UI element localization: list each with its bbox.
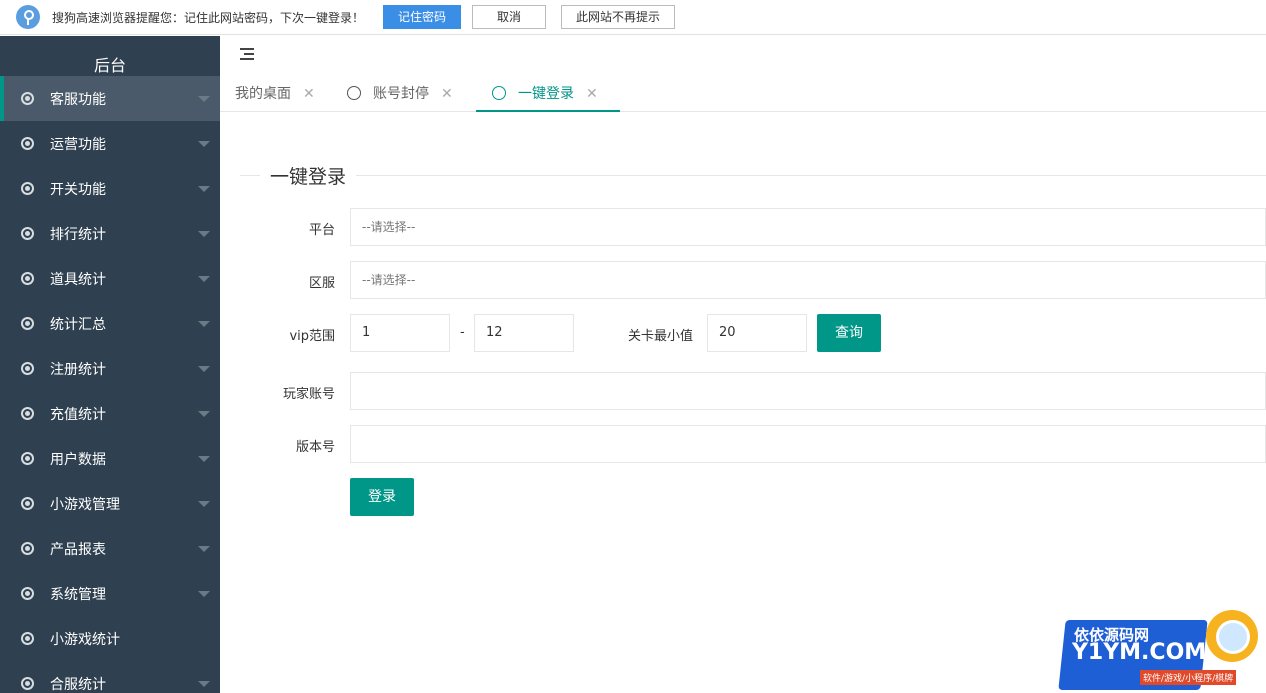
chevron-down-icon bbox=[198, 321, 210, 327]
radio-dot-icon bbox=[21, 677, 34, 690]
close-icon[interactable]: ✕ bbox=[441, 76, 453, 112]
sidebar-item-label: 用户数据 bbox=[50, 451, 106, 468]
player-account-input[interactable] bbox=[350, 372, 1266, 410]
tab-label: 账号封停 bbox=[373, 86, 429, 102]
tab-label: 一键登录 bbox=[518, 86, 574, 102]
server-label: 区服 bbox=[308, 276, 335, 291]
chevron-down-icon bbox=[198, 141, 210, 147]
close-icon[interactable]: ✕ bbox=[303, 76, 315, 112]
menu-toggle-icon[interactable] bbox=[240, 48, 254, 60]
vip-min-input[interactable]: 1 bbox=[350, 314, 450, 352]
key-icon bbox=[16, 5, 40, 29]
fieldset-border bbox=[240, 175, 1266, 176]
sidebar-item-label: 产品报表 bbox=[50, 541, 106, 558]
sidebar-item[interactable]: 充值统计 bbox=[0, 391, 220, 436]
sidebar-item-label: 开关功能 bbox=[50, 181, 106, 198]
chevron-down-icon bbox=[198, 276, 210, 282]
sidebar: 后台 客服功能运营功能开关功能排行统计道具统计统计汇总注册统计充值统计用户数据小… bbox=[0, 36, 220, 693]
watermark-line2: Y1YM.COM bbox=[1072, 640, 1207, 665]
chevron-down-icon bbox=[198, 411, 210, 417]
radio-dot-icon bbox=[21, 407, 34, 420]
tab-label: 我的桌面 bbox=[235, 86, 291, 102]
sidebar-item[interactable]: 排行统计 bbox=[0, 211, 220, 256]
sidebar-item[interactable]: 客服功能 bbox=[0, 76, 220, 121]
radio-dot-icon bbox=[21, 182, 34, 195]
radio-dot-icon bbox=[21, 632, 34, 645]
circle-icon bbox=[492, 86, 506, 100]
platform-select[interactable]: --请选择-- bbox=[350, 208, 1266, 246]
sidebar-item-label: 道具统计 bbox=[50, 271, 106, 288]
close-icon[interactable]: ✕ bbox=[586, 76, 598, 112]
sidebar-item[interactable]: 产品报表 bbox=[0, 526, 220, 571]
sidebar-item-label: 注册统计 bbox=[50, 361, 106, 378]
sidebar-item-label: 充值统计 bbox=[50, 406, 106, 423]
sidebar-item[interactable]: 小游戏统计 bbox=[0, 616, 220, 661]
sidebar-item[interactable]: 统计汇总 bbox=[0, 301, 220, 346]
sidebar-brand: 后台 bbox=[93, 56, 126, 75]
sidebar-item-label: 运营功能 bbox=[50, 136, 106, 153]
sidebar-item-label: 统计汇总 bbox=[50, 316, 106, 333]
range-separator: - bbox=[460, 325, 465, 340]
tab-bar: 我的桌面 ✕ 账号封停 ✕ 一键登录 ✕ bbox=[220, 76, 1266, 112]
main-content: 我的桌面 ✕ 账号封停 ✕ 一键登录 ✕ 一键登录 平台 --请选择-- 区服 --请… bbox=[220, 36, 1266, 693]
form-legend: 一键登录 bbox=[260, 162, 357, 189]
sidebar-item[interactable]: 用户数据 bbox=[0, 436, 220, 481]
level-min-label: 关卡最小值 bbox=[627, 329, 693, 344]
remember-password-button[interactable]: 记住密码 bbox=[383, 5, 462, 29]
vip-range-label: vip范围 bbox=[289, 329, 335, 344]
sidebar-item[interactable]: 开关功能 bbox=[0, 166, 220, 211]
platform-label: 平台 bbox=[308, 223, 335, 238]
player-account-label: 玩家账号 bbox=[282, 387, 335, 402]
chevron-down-icon bbox=[198, 231, 210, 237]
sidebar-item[interactable]: 运营功能 bbox=[0, 121, 220, 166]
radio-dot-icon bbox=[21, 92, 34, 105]
chevron-down-icon bbox=[198, 96, 210, 102]
radio-dot-icon bbox=[21, 452, 34, 465]
chevron-down-icon bbox=[198, 546, 210, 552]
watermark-logo: 依依源码网 Y1YM.COM 软件/游戏/小程序/棋牌 bbox=[1058, 610, 1258, 690]
password-bar-message: 搜狗高速浏览器提醒您：记住此网站密码，下次一键登录！ bbox=[52, 10, 365, 25]
cancel-button[interactable]: 取消 bbox=[472, 5, 546, 29]
radio-dot-icon bbox=[21, 587, 34, 600]
sidebar-item-label: 排行统计 bbox=[50, 226, 106, 243]
level-min-input[interactable]: 20 bbox=[707, 314, 807, 352]
tab-desktop[interactable]: 我的桌面 ✕ bbox=[235, 76, 315, 112]
radio-dot-icon bbox=[21, 137, 34, 150]
query-button[interactable]: 查询 bbox=[817, 314, 881, 352]
sidebar-item-label: 系统管理 bbox=[50, 586, 106, 603]
version-input[interactable] bbox=[350, 425, 1266, 463]
chevron-down-icon bbox=[198, 186, 210, 192]
chevron-down-icon bbox=[198, 501, 210, 507]
sidebar-item-label: 合服统计 bbox=[50, 676, 106, 693]
chevron-down-icon bbox=[198, 456, 210, 462]
sidebar-item[interactable]: 道具统计 bbox=[0, 256, 220, 301]
radio-dot-icon bbox=[21, 362, 34, 375]
radio-dot-icon bbox=[21, 542, 34, 555]
tab-account-ban[interactable]: 账号封停 ✕ bbox=[347, 76, 453, 112]
server-select[interactable]: --请选择-- bbox=[350, 261, 1266, 299]
watermark-line3: 软件/游戏/小程序/棋牌 bbox=[1140, 670, 1237, 685]
chevron-down-icon bbox=[198, 366, 210, 372]
login-button[interactable]: 登录 bbox=[350, 478, 414, 516]
sidebar-item[interactable]: 小游戏管理 bbox=[0, 481, 220, 526]
radio-dot-icon bbox=[21, 272, 34, 285]
sidebar-item[interactable]: 合服统计 bbox=[0, 661, 220, 693]
sidebar-item-label: 小游戏统计 bbox=[50, 631, 120, 648]
sidebar-item-label: 客服功能 bbox=[50, 91, 106, 108]
chevron-down-icon bbox=[198, 591, 210, 597]
password-save-bar: 搜狗高速浏览器提醒您：记住此网站密码，下次一键登录！ 记住密码 取消 此网站不再… bbox=[0, 0, 1266, 35]
tab-one-click-login[interactable]: 一键登录 ✕ bbox=[476, 76, 620, 112]
radio-dot-icon bbox=[21, 317, 34, 330]
never-prompt-button[interactable]: 此网站不再提示 bbox=[561, 5, 676, 29]
version-label: 版本号 bbox=[295, 440, 335, 455]
chevron-down-icon bbox=[198, 681, 210, 687]
circle-icon bbox=[347, 86, 361, 100]
sidebar-item-label: 小游戏管理 bbox=[50, 496, 120, 513]
vip-max-input[interactable]: 12 bbox=[474, 314, 574, 352]
sidebar-item[interactable]: 注册统计 bbox=[0, 346, 220, 391]
magnifier-icon bbox=[1206, 610, 1258, 662]
sidebar-item[interactable]: 系统管理 bbox=[0, 571, 220, 616]
radio-dot-icon bbox=[21, 227, 34, 240]
radio-dot-icon bbox=[21, 497, 34, 510]
